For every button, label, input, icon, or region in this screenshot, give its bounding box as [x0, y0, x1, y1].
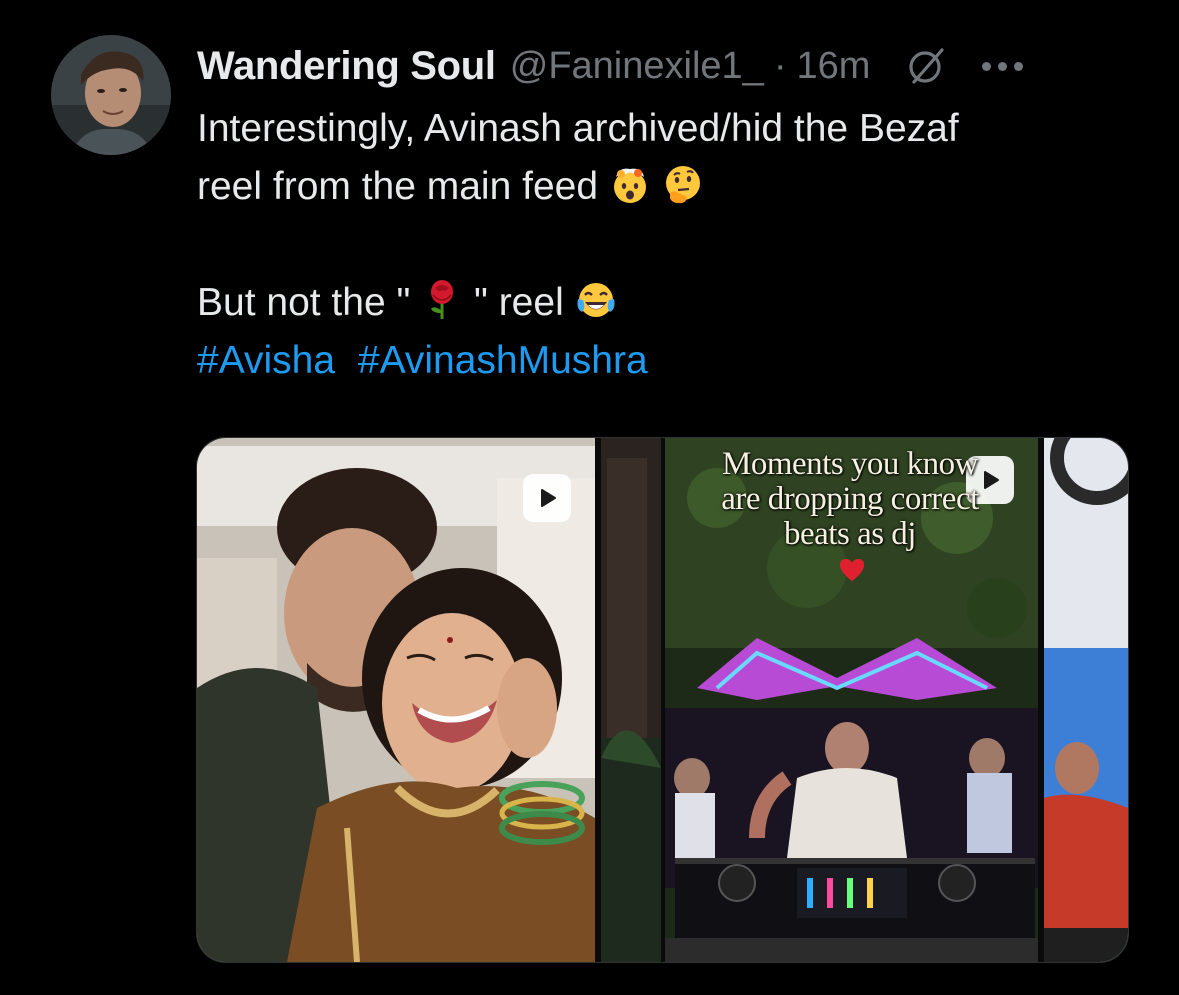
rose-emoji: [421, 279, 463, 321]
separator-dot: ·: [773, 44, 787, 87]
reel-caption: Moments you know are dropping correct be…: [670, 447, 1030, 587]
more-dot-icon: [982, 61, 992, 71]
tweet-line-1: Interestingly, Avinash archived/hid the …: [197, 107, 959, 150]
hashtags-line: #Avisha #AvinashMushra: [197, 332, 1137, 390]
exploding-head-emoji: [609, 163, 651, 205]
author-display-name[interactable]: Wandering Soul: [197, 44, 496, 89]
tweet-text: Interestingly, Avinash archived/hid the …: [197, 100, 1137, 390]
grok-icon[interactable]: [904, 44, 948, 88]
author-handle[interactable]: @Faninexile1_: [510, 45, 764, 88]
reel-caption-line-3-text: beats as dj: [784, 516, 916, 552]
tweet-line-2-text: reel from the main feed: [197, 165, 599, 208]
reel-caption-line-1: Moments you know: [722, 446, 979, 482]
more-options-icon[interactable]: [982, 59, 1030, 73]
tweet-line-2: reel from the main feed: [197, 158, 1137, 216]
thinking-face-emoji: [662, 163, 704, 205]
reel-caption-line-3: beats as dj: [670, 517, 1030, 587]
user-avatar[interactable]: [51, 35, 171, 155]
reel-thumbnail-3: [1044, 438, 1128, 962]
tweet-line-3-start: But not the ": [197, 281, 411, 324]
hashtag-avisha[interactable]: #Avisha: [197, 339, 335, 382]
tweet-line-3-end: " reel: [474, 281, 564, 324]
reel-thumbnail-interior: [601, 438, 661, 962]
more-dot-icon: [1014, 61, 1024, 71]
hashtag-avinashmushra[interactable]: #AvinashMushra: [358, 339, 648, 382]
red-heart-emoji: [840, 559, 864, 581]
more-dot-icon: [998, 61, 1008, 71]
tweet-header: Wandering Soul @Faninexile1_ · 16m: [197, 38, 1137, 94]
tears-of-joy-emoji: [575, 279, 617, 321]
timestamp[interactable]: 16m: [796, 45, 870, 88]
tweet-line-3: But not the " " reel: [197, 274, 1137, 332]
reel-play-icon[interactable]: [523, 474, 571, 522]
reel-caption-line-2: are dropping correct: [721, 481, 979, 517]
